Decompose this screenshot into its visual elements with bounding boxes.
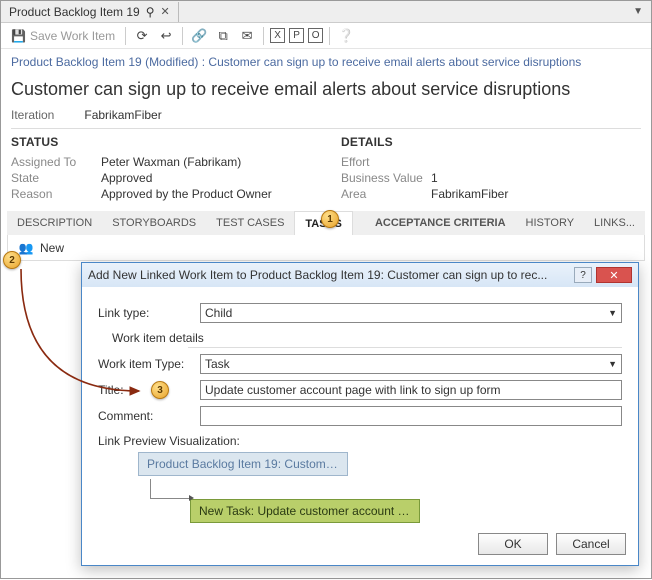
link-type-value: Child <box>205 306 232 320</box>
link-type-label: Link type: <box>98 306 190 320</box>
link-icon[interactable]: 🔗 <box>189 26 209 46</box>
details-column: DETAILS Effort Business Value1 AreaFabri… <box>341 135 641 203</box>
callout-1: 1 <box>321 210 339 228</box>
undo-icon[interactable]: ↩ <box>156 26 176 46</box>
breadcrumb: Product Backlog Item 19 (Modified) : Cus… <box>1 49 651 75</box>
comment-input[interactable] <box>200 406 622 426</box>
cancel-button[interactable]: Cancel <box>556 533 626 555</box>
separator <box>263 27 264 45</box>
reason-value[interactable]: Approved by the Product Owner <box>101 187 272 201</box>
title-label: Title: <box>98 383 190 397</box>
preview-label: Link Preview Visualization: <box>98 434 622 448</box>
iteration-label: Iteration <box>11 108 54 122</box>
work-item-type-value: Task <box>205 357 230 371</box>
save-label: Save Work Item <box>30 29 115 43</box>
chevron-down-icon: ▼ <box>608 359 617 369</box>
new-button[interactable]: New <box>40 241 64 255</box>
tab-test-cases[interactable]: TEST CASES <box>206 211 294 235</box>
bv-value[interactable]: 1 <box>431 171 438 185</box>
tab-storyboards[interactable]: STORYBOARDS <box>102 211 206 235</box>
preview-connector-icon <box>150 479 190 499</box>
tab-history[interactable]: HISTORY <box>516 211 585 235</box>
details-heading: DETAILS <box>341 135 641 149</box>
p-button[interactable]: P <box>289 28 304 43</box>
preview-parent: Product Backlog Item 19: Customer ca... <box>138 452 348 476</box>
separator <box>182 27 183 45</box>
link-preview: Product Backlog Item 19: Customer ca... … <box>138 452 622 526</box>
dialog-close-icon[interactable]: ✕ <box>596 267 632 283</box>
assigned-to-value[interactable]: Peter Waxman (Fabrikam) <box>101 155 241 169</box>
new-task-icon[interactable]: 👥 <box>18 241 34 255</box>
toolbar: 💾 Save Work Item ⟳ ↩ 🔗 ⧉ ✉ X P O ❔ <box>1 23 651 49</box>
status-column: STATUS Assigned ToPeter Waxman (Fabrikam… <box>11 135 311 203</box>
tab-description[interactable]: DESCRIPTION <box>7 211 102 235</box>
page-title: Customer can sign up to receive email al… <box>1 75 651 108</box>
preview-child: New Task: Update customer account p... <box>190 499 420 523</box>
title-value: Update customer account page with link t… <box>205 383 501 397</box>
x-button[interactable]: X <box>270 28 285 43</box>
tasks-toolbar: 👥 New <box>7 235 645 261</box>
bv-label: Business Value <box>341 171 431 185</box>
refresh-icon[interactable]: ⟳ <box>132 26 152 46</box>
document-tab-bar: Product Backlog Item 19 ⚲ ✕ ▼ <box>1 1 651 23</box>
iteration-value[interactable]: FabrikamFiber <box>84 108 161 122</box>
dialog-help-icon[interactable]: ? <box>574 267 592 283</box>
tab-label: Product Backlog Item 19 <box>9 5 140 19</box>
help-icon[interactable]: ❔ <box>336 26 356 46</box>
link-type-select[interactable]: Child ▼ <box>200 303 622 323</box>
effort-label: Effort <box>341 155 431 169</box>
state-label: State <box>11 171 101 185</box>
title-input[interactable]: Update customer account page with link t… <box>200 380 622 400</box>
area-label: Area <box>341 187 431 201</box>
area-value[interactable]: FabrikamFiber <box>431 187 508 201</box>
chevron-down-icon: ▼ <box>608 308 617 318</box>
dialog-titlebar[interactable]: Add New Linked Work Item to Product Back… <box>82 263 638 287</box>
separator <box>125 27 126 45</box>
reason-label: Reason <box>11 187 101 201</box>
tab-links[interactable]: LINKS... <box>584 211 645 235</box>
tab-acceptance-criteria[interactable]: ACCEPTANCE CRITERIA <box>365 211 516 235</box>
o-button[interactable]: O <box>308 28 323 43</box>
work-item-type-label: Work item Type: <box>98 357 190 371</box>
mail-icon[interactable]: ✉ <box>237 26 257 46</box>
save-button[interactable]: 💾 Save Work Item <box>7 29 119 43</box>
assigned-to-label: Assigned To <box>11 155 101 169</box>
callout-2: 2 <box>3 251 21 269</box>
copy-icon[interactable]: ⧉ <box>213 26 233 46</box>
dropdown-chevron-icon[interactable]: ▼ <box>633 6 643 17</box>
status-heading: STATUS <box>11 135 311 149</box>
dialog-title: Add New Linked Work Item to Product Back… <box>88 268 547 282</box>
comment-label: Comment: <box>98 409 190 423</box>
group-label: Work item details <box>112 331 622 345</box>
separator <box>329 27 330 45</box>
callout-3: 3 <box>151 381 169 399</box>
pin-icon[interactable]: ⚲ <box>146 5 155 19</box>
floppy-icon: 💾 <box>11 29 26 43</box>
work-item-type-select[interactable]: Task ▼ <box>200 354 622 374</box>
state-value[interactable]: Approved <box>101 171 152 185</box>
iteration-row: Iteration FabrikamFiber <box>1 108 651 128</box>
document-tab[interactable]: Product Backlog Item 19 ⚲ ✕ <box>1 2 179 22</box>
add-linked-item-dialog: Add New Linked Work Item to Product Back… <box>81 262 639 566</box>
ok-button[interactable]: OK <box>478 533 548 555</box>
close-icon[interactable]: ✕ <box>161 5 170 18</box>
